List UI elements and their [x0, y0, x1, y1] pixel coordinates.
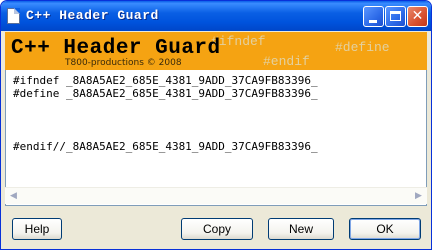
new-button[interactable]: New	[268, 218, 334, 240]
banner-title: C++ Header Guard	[11, 37, 221, 60]
code-output[interactable]: #ifndef _8A8A5AE2_685E_4381_9ADD_37CA9FB…	[5, 70, 427, 205]
app-window: C++ Header Guard ✕ #ifndef #define #endi…	[0, 0, 432, 250]
help-button[interactable]: Help	[12, 218, 62, 240]
code-line: #ifndef _8A8A5AE2_685E_4381_9ADD_37CA9FB…	[13, 74, 318, 87]
banner: #ifndef #define #endif C++ Header Guard …	[5, 32, 427, 70]
divider	[5, 205, 427, 206]
code-line: #endif//_8A8A5AE2_685E_4381_9ADD_37CA9FB…	[13, 140, 318, 153]
scroll-right-icon[interactable]: ▶	[411, 189, 426, 204]
window-title: C++ Header Guard	[26, 8, 159, 23]
horizontal-scrollbar[interactable]: ◀ ▶	[5, 187, 427, 204]
close-button[interactable]: ✕	[407, 6, 428, 27]
minimize-icon	[369, 20, 377, 23]
ok-button[interactable]: OK	[349, 218, 421, 240]
close-icon: ✕	[411, 8, 424, 24]
maximize-button[interactable]	[385, 6, 406, 27]
code-line: #define _8A8A5AE2_685E_4381_9ADD_37CA9FB…	[13, 87, 318, 100]
scroll-left-icon[interactable]: ◀	[6, 189, 21, 204]
banner-bg-word: #endif	[263, 54, 310, 69]
banner-credit: T800-productions © 2008	[65, 58, 182, 68]
banner-bg-word: #define	[335, 40, 390, 55]
copy-button[interactable]: Copy	[181, 218, 253, 240]
document-icon	[7, 8, 20, 24]
title-bar[interactable]: C++ Header Guard ✕	[1, 1, 431, 31]
minimize-button[interactable]	[363, 6, 384, 27]
maximize-icon	[390, 11, 401, 21]
